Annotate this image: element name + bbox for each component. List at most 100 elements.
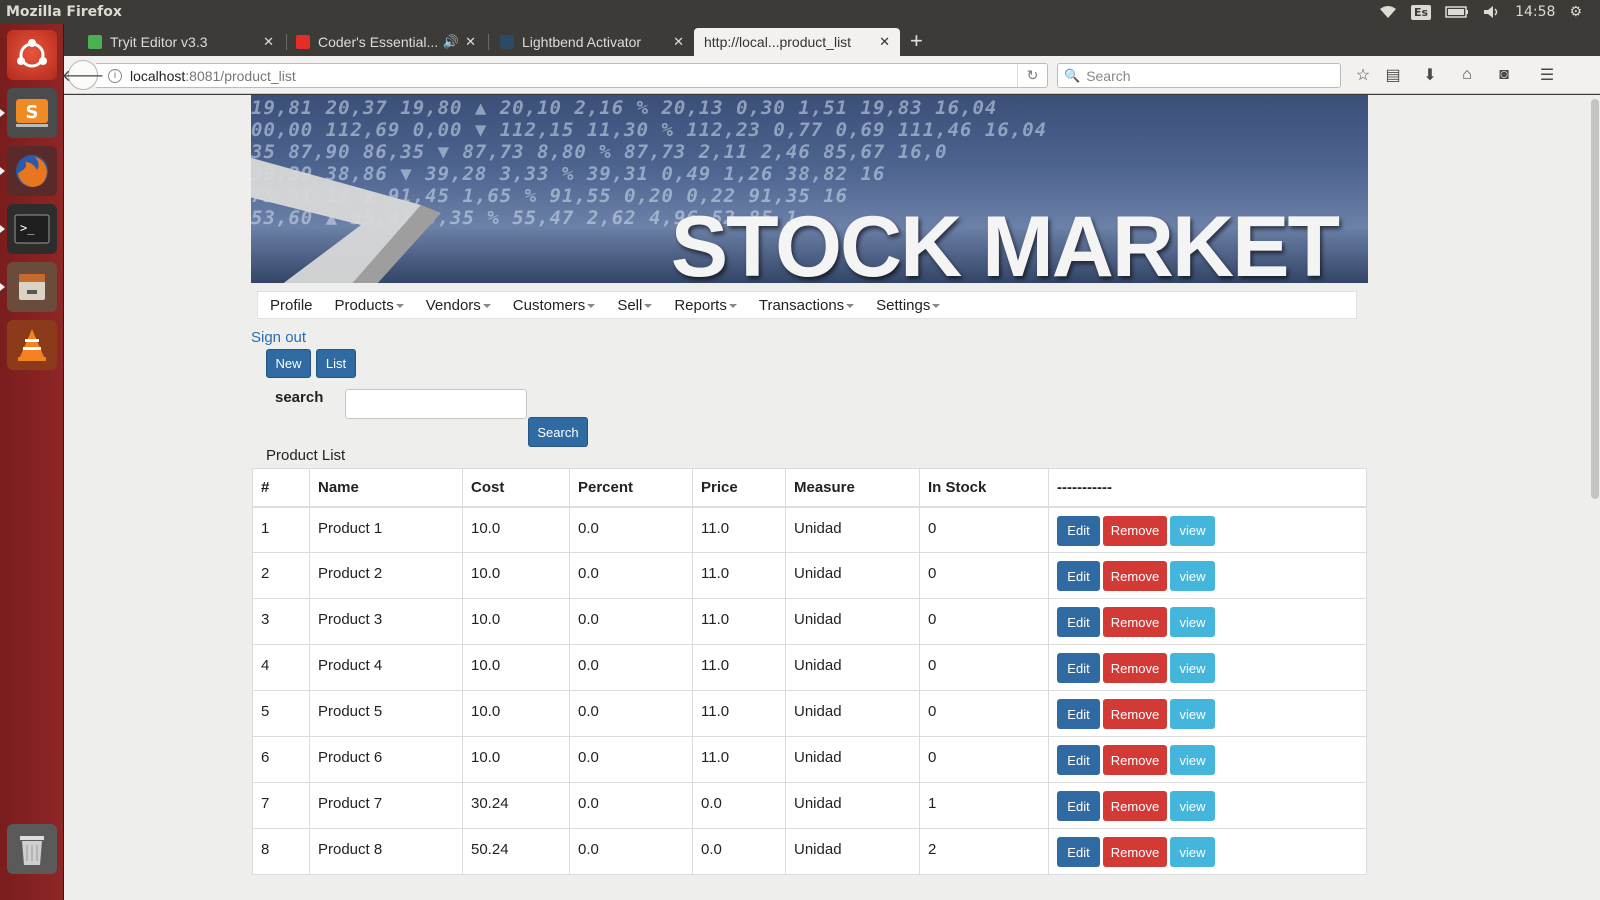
menu-vendors[interactable]: Vendors	[426, 297, 491, 314]
tab-product-list[interactable]: http://local...product_list ✕	[694, 28, 900, 56]
close-icon[interactable]: ✕	[673, 34, 684, 50]
cell-cost: 10.0	[462, 598, 570, 645]
wifi-icon[interactable]	[1379, 5, 1397, 19]
menu-profile[interactable]: Profile	[270, 297, 313, 314]
menu-customers[interactable]: Customers	[513, 297, 596, 314]
tab-coders-essential[interactable]: Coder's Essential... 🔊 ✕	[286, 28, 486, 56]
back-button[interactable]: 🡐	[62, 60, 104, 90]
cell-percent: 0.0	[569, 644, 693, 691]
menu-hamburger-icon[interactable]: ☰	[1536, 64, 1558, 86]
close-icon[interactable]: ✕	[465, 34, 476, 50]
cell-in-stock: 0	[919, 506, 1049, 553]
tab-label: Lightbend Activator	[522, 34, 642, 50]
url-path: :8081/product_list	[185, 67, 296, 84]
view-button[interactable]: view	[1170, 607, 1215, 637]
new-tab-button[interactable]: +	[910, 30, 923, 52]
edit-button[interactable]: Edit	[1057, 607, 1100, 637]
clock[interactable]: 14:58	[1515, 4, 1555, 20]
menu-label: Customers	[512, 296, 586, 314]
view-button[interactable]: view	[1170, 837, 1215, 867]
battery-icon[interactable]	[1445, 6, 1469, 18]
bookmark-star-icon[interactable]: ☆	[1352, 64, 1374, 86]
banner-arrow-graphic	[251, 157, 441, 283]
cell-cost: 10.0	[462, 552, 570, 599]
edit-button[interactable]: Edit	[1057, 745, 1100, 775]
remove-button[interactable]: Remove	[1103, 561, 1167, 591]
edit-button[interactable]: Edit	[1057, 791, 1100, 821]
remove-button[interactable]: Remove	[1103, 745, 1167, 775]
page-scrollbar[interactable]	[1590, 95, 1600, 900]
tab-favicon	[88, 35, 102, 49]
search-bar[interactable]: 🔍 Search	[1057, 63, 1341, 88]
list-button[interactable]: List	[316, 349, 356, 378]
scrollbar-thumb[interactable]	[1591, 99, 1599, 499]
firefox-icon[interactable]	[0, 146, 57, 196]
edit-button[interactable]: Edit	[1057, 837, 1100, 867]
reload-icon[interactable]: ↻	[1017, 64, 1047, 87]
cell-name: Product 3	[309, 598, 463, 645]
view-button[interactable]: view	[1170, 699, 1215, 729]
cell-actions: Edit Remove view	[1048, 690, 1367, 737]
close-icon[interactable]: ✕	[879, 34, 890, 50]
menu-transactions[interactable]: Transactions	[759, 297, 855, 314]
view-button[interactable]: view	[1170, 561, 1215, 591]
table-row: 1 Product 1 10.0 0.0 11.0 Unidad 0 Edit Remove vi…	[252, 506, 1367, 553]
menu-settings[interactable]: Settings	[876, 296, 941, 314]
gear-icon[interactable]: ⚙	[1569, 4, 1582, 20]
close-icon[interactable]: ✕	[263, 34, 274, 50]
menu-reports[interactable]: Reports	[674, 297, 737, 314]
cell-measure: Unidad	[785, 828, 920, 875]
url-bar[interactable]: i localhost:8081/product_list ↻	[96, 63, 1048, 88]
menu-label: Settings	[876, 296, 931, 314]
sign-out-link[interactable]: Sign out	[251, 329, 306, 346]
view-button[interactable]: view	[1170, 653, 1215, 683]
edit-button[interactable]: Edit	[1057, 653, 1100, 683]
ubuntu-dash-icon[interactable]	[7, 30, 57, 80]
column-header-number: #	[252, 468, 310, 508]
terminal-icon[interactable]: >_	[0, 204, 57, 254]
vlc-icon[interactable]	[7, 320, 57, 370]
view-button[interactable]: view	[1170, 745, 1215, 775]
remove-button[interactable]: Remove	[1103, 837, 1167, 867]
search-placeholder: Search	[1086, 67, 1131, 84]
new-button[interactable]: New	[266, 349, 311, 378]
menu-label: Profile	[270, 296, 313, 314]
menu-sell[interactable]: Sell	[617, 296, 653, 314]
search-button[interactable]: Search	[528, 417, 588, 447]
file-manager-icon[interactable]	[0, 262, 57, 312]
speaker-icon[interactable]: 🔊	[443, 34, 459, 50]
remove-button[interactable]: Remove	[1103, 515, 1167, 546]
cell-cost: 10.0	[462, 644, 570, 691]
cell-in-stock: 0	[919, 598, 1049, 645]
sublime-text-icon[interactable]: S	[0, 88, 57, 138]
tab-lightbend-activator[interactable]: Lightbend Activator ✕	[490, 28, 694, 56]
menu-label: Sell	[617, 296, 643, 314]
remove-button[interactable]: Remove	[1103, 699, 1167, 729]
pocket-icon[interactable]: ◙	[1493, 64, 1515, 86]
cell-actions: Edit Remove view	[1048, 644, 1367, 691]
cell-price: 11.0	[692, 644, 786, 691]
download-icon[interactable]: ⬇	[1419, 64, 1441, 86]
remove-button[interactable]: Remove	[1103, 653, 1167, 683]
view-button[interactable]: view	[1170, 515, 1215, 546]
remove-button[interactable]: Remove	[1103, 791, 1167, 821]
cell-measure: Unidad	[785, 782, 920, 829]
product-search-input[interactable]	[345, 389, 527, 419]
tab-tryit-editor[interactable]: Tryit Editor v3.3 ✕	[78, 28, 284, 56]
edit-button[interactable]: Edit	[1057, 561, 1100, 591]
product-table: # Name Cost Percent Price Measure In Sto…	[252, 468, 1367, 875]
view-button[interactable]: view	[1170, 791, 1215, 821]
reading-list-icon[interactable]: ▤	[1382, 64, 1404, 86]
menu-products[interactable]: Products	[335, 297, 404, 314]
edit-button[interactable]: Edit	[1057, 515, 1100, 546]
home-icon[interactable]: ⌂	[1456, 64, 1478, 86]
keyboard-layout-indicator[interactable]: Es	[1411, 4, 1432, 20]
info-icon[interactable]: i	[108, 68, 122, 83]
edit-button[interactable]: Edit	[1057, 699, 1100, 729]
cell-percent: 0.0	[569, 828, 693, 875]
remove-button[interactable]: Remove	[1103, 607, 1167, 637]
column-header-measure: Measure	[785, 468, 920, 508]
cell-percent: 0.0	[569, 552, 693, 599]
trash-icon[interactable]	[7, 824, 57, 874]
volume-icon[interactable]	[1483, 5, 1501, 19]
